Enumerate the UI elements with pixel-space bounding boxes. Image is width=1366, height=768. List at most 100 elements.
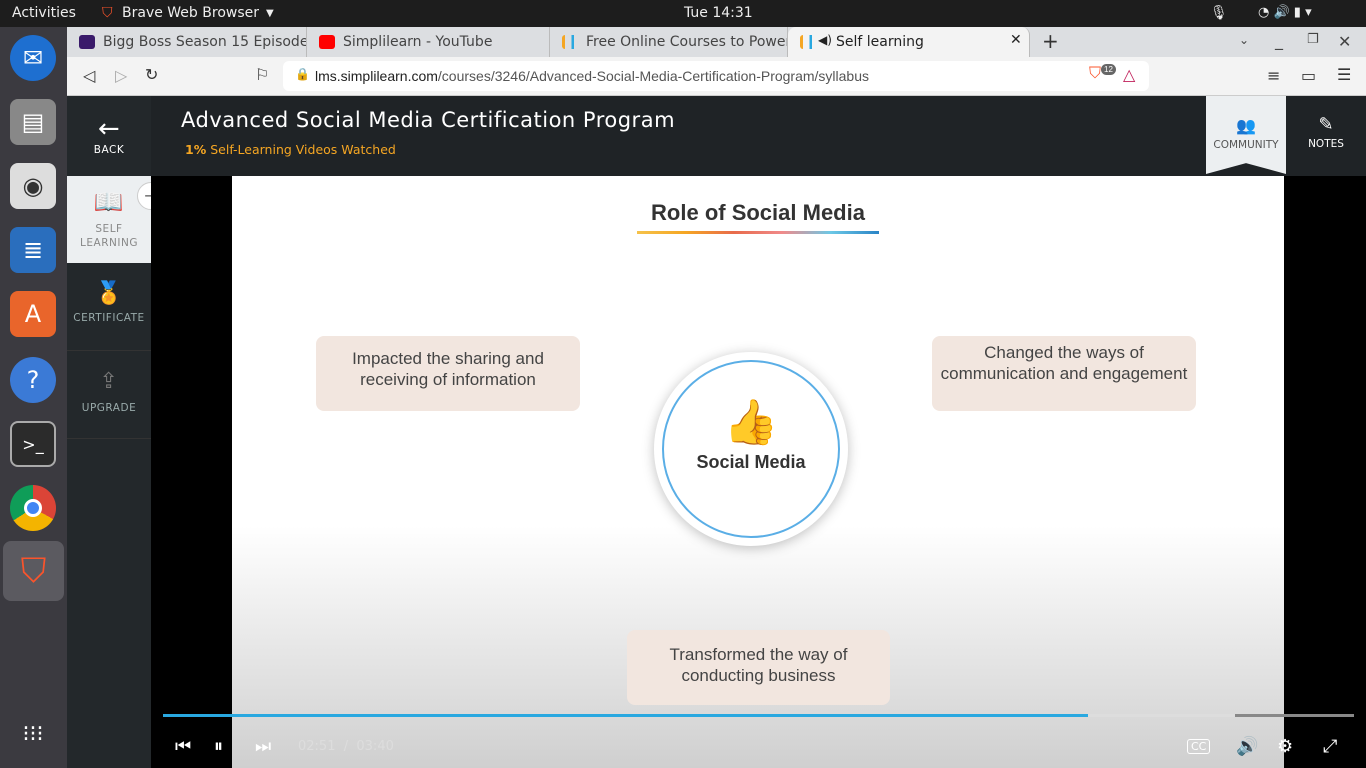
arrow-left-icon: ← [97, 114, 121, 144]
duration: 03:40 [356, 739, 394, 754]
writer-icon[interactable]: ≣ [10, 227, 56, 273]
files-icon[interactable]: ▤ [10, 99, 56, 145]
tab-strip: Bigg Boss Season 15 Episode Simplilearn … [67, 27, 1366, 57]
slide-title: Role of Social Media [651, 200, 865, 225]
player-controls: ⏮ ⏸ ⏭ 02:51 / 03:40 CC 🔊 ⚙ ⤢ [151, 710, 1366, 768]
software-icon[interactable]: A [10, 291, 56, 337]
brave-icon: ⛉ [102, 5, 113, 21]
audio-icon[interactable]: ◀) [818, 33, 832, 47]
back-nav-icon[interactable]: ◁ [83, 66, 95, 85]
youtube-icon [319, 35, 335, 49]
edit-note-icon: ✎ [1318, 114, 1334, 135]
chrome-icon[interactable] [10, 485, 56, 531]
reload-icon[interactable]: ↻ [145, 65, 158, 84]
course-header: Advanced Social Media Certification Prog… [151, 96, 1366, 176]
upgrade-icon: ⇪ [99, 369, 119, 394]
minimize-button[interactable]: _ [1275, 31, 1283, 50]
voot-icon [79, 35, 95, 49]
rhythmbox-icon[interactable]: ◉ [10, 163, 56, 209]
course-title: Advanced Social Media Certification Prog… [181, 108, 676, 132]
brave-shields-icon[interactable]: ⛉ [1089, 65, 1101, 83]
brave-dock-icon[interactable]: ⛉ [3, 541, 64, 601]
maximize-button[interactable]: ❐ [1307, 32, 1319, 47]
previous-button[interactable]: ⏮ [175, 736, 191, 757]
sidebar-item-certificate[interactable]: 🏅 CERTIFICATE [67, 263, 151, 351]
time-separator: / [343, 739, 349, 754]
tab-search-icon[interactable]: ⌄ [1239, 33, 1249, 47]
center-ring: 👍 Social Media [662, 360, 840, 538]
pause-button[interactable]: ⏸ [214, 736, 223, 757]
course-sidebar: ←BACK 📖SELF LEARNING → 🏅CERTIFICATE ⇪UPG… [67, 96, 165, 768]
tab-label: Simplilearn - YouTube [343, 34, 493, 50]
time-display: 02:51 / 03:40 [298, 739, 394, 754]
address-toolbar: ◁ ▷ ↻ ⚐ 🔒 lms.simplilearn.com/courses/32… [67, 57, 1366, 96]
community-label: COMMUNITY [1213, 139, 1279, 151]
url-host: lms.simplilearn.com [315, 68, 438, 84]
clock[interactable]: Tue 14:31 [684, 5, 753, 21]
title-underline [637, 231, 879, 234]
notes-label: NOTES [1308, 138, 1344, 150]
system-top-bar: Activities ⛉ Brave Web Browser ▼ Tue 14:… [0, 0, 1366, 27]
chevron-down-icon: ▼ [266, 8, 274, 19]
forward-nav-icon[interactable]: ▷ [115, 66, 127, 85]
url-input[interactable]: 🔒 lms.simplilearn.com/courses/3246/Advan… [283, 61, 1149, 91]
bubble-bottom: Transformed the way of conducting busine… [627, 630, 890, 705]
tab-bigg-boss[interactable]: Bigg Boss Season 15 Episode [67, 27, 307, 57]
lock-icon: 🔒 [295, 67, 310, 81]
sidebar-label: SELF LEARNING [80, 223, 138, 249]
tab-label: Free Online Courses to Power [586, 34, 788, 50]
certificate-lock-icon: 🏅 [95, 281, 123, 306]
tab-label: Self learning [836, 34, 924, 50]
dock: ✉ ▤ ◉ ≣ A ? >_ ⛉ ⁝⁝⁝ [0, 27, 67, 768]
tab-free-courses[interactable]: Free Online Courses to Power [550, 27, 788, 57]
simplilearn-icon [800, 35, 816, 49]
bookmark-icon[interactable]: ⚐ [255, 65, 269, 84]
back-button[interactable]: ← BACK [67, 96, 151, 176]
brave-rewards-icon[interactable]: △ [1123, 65, 1135, 85]
microphone-icon[interactable]: 🎙 [1210, 5, 1228, 21]
bubble-left: Impacted the sharing and receiving of in… [316, 336, 580, 411]
wallet-icon[interactable]: ▭ [1301, 66, 1316, 85]
center-circle: 👍 Social Media [654, 352, 848, 546]
fullscreen-button[interactable]: ⤢ [1323, 736, 1337, 757]
url-path: /courses/3246/Advanced-Social-Media-Cert… [437, 68, 870, 84]
notes-button[interactable]: ✎ NOTES [1286, 96, 1366, 174]
current-time: 02:51 [298, 739, 336, 754]
shields-count: 12 [1101, 64, 1116, 75]
settings-gear-icon[interactable]: ⚙ [1277, 736, 1293, 757]
playlist-icon[interactable]: ≡ [1267, 66, 1280, 85]
close-tab-icon[interactable]: ✕ [1010, 32, 1022, 48]
menu-icon[interactable]: ☰ [1337, 65, 1351, 84]
app-menu[interactable]: Brave Web Browser [122, 5, 259, 21]
sidebar-label: CERTIFICATE [73, 312, 145, 324]
community-button[interactable]: 👥 COMMUNITY [1206, 96, 1286, 174]
video-slide: Role of Social Media Impacted the sharin… [232, 176, 1284, 768]
thunderbird-icon[interactable]: ✉ [10, 35, 56, 81]
next-button[interactable]: ⏭ [255, 736, 271, 757]
tab-label: Bigg Boss Season 15 Episode [103, 34, 307, 50]
help-icon[interactable]: ? [10, 357, 56, 403]
activities-button[interactable]: Activities [12, 5, 76, 21]
new-tab-button[interactable]: + [1042, 29, 1059, 53]
community-icon: 👥 [1236, 116, 1256, 135]
progress-percent: 1% [185, 142, 207, 157]
sidebar-label: UPGRADE [81, 402, 137, 414]
progress-text: 1% Self-Learning Videos Watched [185, 142, 396, 157]
sidebar-item-upgrade[interactable]: ⇪ UPGRADE [67, 351, 151, 439]
progress-label: Self-Learning Videos Watched [210, 142, 396, 157]
played-bar [163, 714, 1089, 717]
tab-self-learning[interactable]: ◀) Self learning ✕ [788, 27, 1030, 57]
seek-bar[interactable] [163, 714, 1354, 717]
bubble-right: Changed the ways of communication and en… [932, 336, 1196, 411]
center-label: Social Media [696, 452, 806, 472]
back-label: BACK [93, 144, 125, 156]
simplilearn-icon [562, 35, 578, 49]
tab-youtube[interactable]: Simplilearn - YouTube [307, 27, 550, 57]
volume-button[interactable]: 🔊 [1236, 736, 1258, 757]
wifi-volume-battery-icons[interactable]: ◔ 🔊 ▮ ▾ [1258, 5, 1312, 20]
terminal-icon[interactable]: >_ [10, 421, 56, 467]
close-window-button[interactable]: ✕ [1338, 32, 1351, 51]
thumbs-up-icon: 👍 [723, 397, 779, 448]
captions-button[interactable]: CC [1187, 739, 1211, 754]
show-apps-icon[interactable]: ⁝⁝⁝ [10, 711, 56, 757]
